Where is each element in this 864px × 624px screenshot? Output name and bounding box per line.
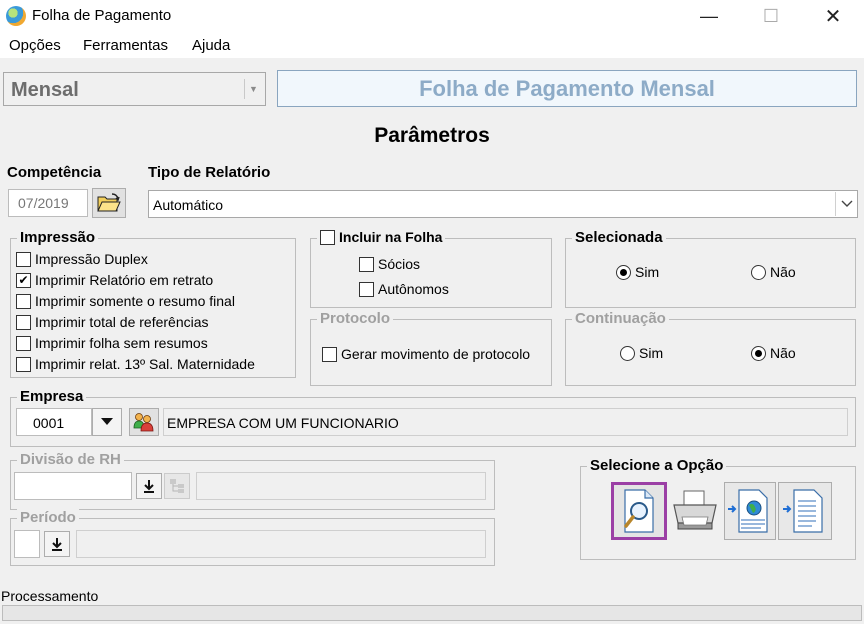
- continuacao-sim-radio[interactable]: Sim: [620, 345, 663, 361]
- preview-button[interactable]: [611, 482, 667, 540]
- tipo-relatorio-label: Tipo de Relatório: [148, 164, 271, 181]
- competencia-label: Competência: [7, 164, 102, 181]
- tipo-folha-value: Mensal: [11, 79, 79, 101]
- checkbox[interactable]: [320, 229, 335, 245]
- divisao-tree-button[interactable]: [164, 473, 190, 499]
- header-banner-title: Folha de Pagamento Mensal: [419, 76, 715, 101]
- params-title: Parâmetros: [374, 124, 490, 147]
- continuacao-title: Continuação: [572, 310, 669, 327]
- download-arrow-icon: [144, 480, 154, 493]
- periodo-input[interactable]: [14, 530, 40, 558]
- tree-icon: [170, 479, 184, 493]
- protocolo-title: Protocolo: [317, 310, 393, 327]
- checkbox[interactable]: [16, 314, 31, 330]
- impressao-option[interactable]: Imprimir somente o resumo final: [16, 293, 235, 309]
- tipo-relatorio-select[interactable]: Automático: [148, 190, 858, 218]
- continuacao-group: Continuação Sim Não: [565, 310, 856, 386]
- export-web-icon: [728, 489, 768, 533]
- radio-selected[interactable]: [616, 264, 631, 280]
- incluir-title[interactable]: Incluir na Folha: [317, 229, 446, 245]
- empresa-code-input[interactable]: 0001: [16, 408, 92, 436]
- tipo-relatorio-value: Automático: [153, 197, 224, 213]
- radio[interactable]: [751, 264, 766, 280]
- selecionada-title: Selecionada: [572, 229, 666, 246]
- radio[interactable]: [620, 345, 635, 361]
- menu-opcoes[interactable]: Opções: [9, 37, 61, 54]
- download-arrow-icon: [52, 538, 62, 551]
- export-document-icon: [783, 489, 823, 533]
- chevron-down-icon[interactable]: [835, 192, 857, 216]
- selecionada-nao-radio[interactable]: Não: [751, 264, 796, 280]
- divisao-lookup-button[interactable]: [136, 473, 162, 499]
- maximize-button[interactable]: ☐: [748, 0, 794, 32]
- periodo-title: Período: [17, 509, 79, 526]
- tipo-folha-combo[interactable]: Mensal ▼: [3, 72, 266, 106]
- progress-bar: [2, 605, 862, 621]
- radio-selected[interactable]: [751, 345, 766, 361]
- opcao-title: Selecione a Opção: [587, 457, 727, 474]
- caret-down-icon: [101, 418, 113, 425]
- print-button[interactable]: [668, 482, 722, 540]
- checkbox[interactable]: [16, 293, 31, 309]
- checkbox[interactable]: [359, 256, 374, 272]
- empresa-group: Empresa 0001 EMPRESA COM UM FUNCIONARIO: [10, 388, 856, 447]
- empresa-dropdown-button[interactable]: [92, 408, 122, 436]
- printer-icon: [673, 490, 717, 530]
- checkbox[interactable]: [16, 356, 31, 372]
- checkbox[interactable]: [359, 281, 374, 297]
- impressao-group: Impressão Impressão Duplex ✔ Imprimir Rel…: [10, 229, 296, 378]
- impressao-option[interactable]: Impressão Duplex: [16, 251, 148, 267]
- periodo-name-field: [76, 530, 486, 558]
- empresa-lookup-button[interactable]: [129, 408, 159, 436]
- checkbox-checked[interactable]: ✔: [16, 272, 31, 288]
- gerar-protocolo-option[interactable]: Gerar movimento de protocolo: [322, 346, 530, 362]
- empresa-name-field: EMPRESA COM UM FUNCIONARIO: [163, 408, 848, 436]
- open-folder-icon: [97, 193, 121, 212]
- impressao-option[interactable]: ✔ Imprimir Relatório em retrato: [16, 272, 213, 288]
- export-web-button[interactable]: [724, 482, 776, 540]
- impressao-title: Impressão: [17, 229, 99, 246]
- header-banner: Folha de Pagamento Mensal: [277, 70, 857, 107]
- open-folder-button[interactable]: [92, 188, 126, 218]
- impressao-option[interactable]: Imprimir relat. 13º Sal. Maternidade: [16, 356, 255, 372]
- incluir-group: Incluir na Folha Sócios Autônomos: [310, 229, 552, 308]
- selecionada-group: Selecionada Sim Não: [565, 229, 856, 308]
- impressao-option[interactable]: Imprimir total de referências: [16, 314, 209, 330]
- competencia-input[interactable]: 07/2019: [8, 189, 88, 217]
- minimize-button[interactable]: —: [686, 0, 732, 32]
- checkbox[interactable]: [322, 346, 337, 362]
- close-button[interactable]: ✕: [810, 0, 856, 32]
- impressao-option[interactable]: Imprimir folha sem resumos: [16, 335, 208, 351]
- divisao-group: Divisão de RH: [10, 451, 495, 510]
- divisao-title: Divisão de RH: [17, 451, 124, 468]
- checkbox[interactable]: [16, 335, 31, 351]
- protocolo-group: Protocolo Gerar movimento de protocolo: [310, 310, 552, 386]
- menu-ferramentas[interactable]: Ferramentas: [83, 37, 168, 54]
- divisao-input[interactable]: [14, 472, 132, 500]
- periodo-lookup-button[interactable]: [44, 531, 70, 557]
- people-search-icon: [133, 413, 154, 432]
- checkbox[interactable]: [16, 251, 31, 267]
- continuacao-nao-radio[interactable]: Não: [751, 345, 796, 361]
- app-globe-icon: [6, 6, 26, 26]
- chevron-down-icon[interactable]: ▼: [244, 79, 262, 99]
- periodo-group: Período: [10, 509, 495, 566]
- empresa-title: Empresa: [17, 388, 87, 405]
- divisao-name-field: [196, 472, 486, 500]
- selecionada-sim-radio[interactable]: Sim: [616, 264, 659, 280]
- incluir-option-autonomos[interactable]: Autônomos: [359, 281, 449, 297]
- menu-ajuda[interactable]: Ajuda: [192, 37, 230, 54]
- incluir-option-socios[interactable]: Sócios: [359, 256, 420, 272]
- preview-icon: [624, 489, 654, 533]
- processamento-label: Processamento: [1, 588, 99, 604]
- window-title: Folha de Pagamento: [32, 7, 172, 24]
- export-document-button[interactable]: [778, 482, 832, 540]
